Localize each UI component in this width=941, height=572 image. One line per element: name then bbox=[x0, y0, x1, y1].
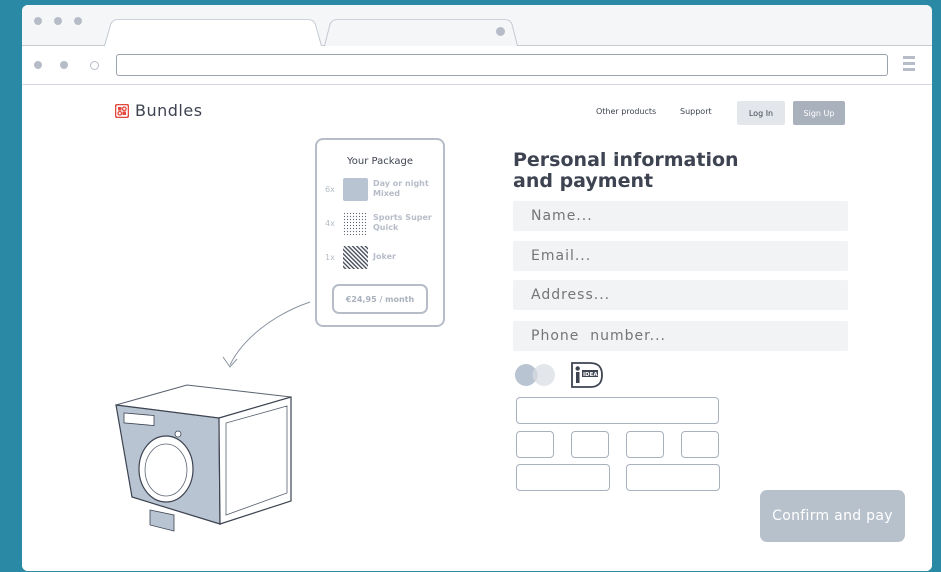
back-button[interactable] bbox=[34, 61, 42, 69]
item-name-line1: Day or night bbox=[373, 179, 429, 188]
item-name-line1: Joker bbox=[373, 252, 396, 261]
item-name-line1: Sports Super bbox=[373, 213, 432, 222]
confirm-and-pay-button[interactable]: Confirm and pay bbox=[760, 490, 905, 542]
form-title: Personal information and payment bbox=[513, 150, 773, 192]
browser-window: Bundles Other products Support Log In Si… bbox=[22, 5, 932, 571]
card-number-field[interactable] bbox=[516, 397, 719, 424]
solid-swatch-icon bbox=[343, 177, 368, 201]
window-maximize-dot[interactable] bbox=[74, 17, 82, 25]
phone-field[interactable] bbox=[513, 321, 848, 351]
item-quantity: 6x bbox=[325, 184, 335, 194]
package-summary-card: Your Package 6x Day or night Mixed 4x Spo… bbox=[315, 138, 445, 327]
credit-card-icon[interactable] bbox=[514, 363, 558, 387]
arrow-head bbox=[222, 356, 238, 368]
window-minimize-dot[interactable] bbox=[54, 17, 62, 25]
email-field[interactable] bbox=[513, 241, 848, 271]
login-button[interactable]: Log In bbox=[737, 101, 785, 125]
top-navigation: Other products Support Log In Sign Up bbox=[22, 100, 932, 125]
card-digit-field[interactable] bbox=[626, 431, 664, 458]
tab-indicator-dot bbox=[496, 27, 505, 36]
window-close-dot[interactable] bbox=[34, 17, 42, 25]
ideal-icon[interactable]: IDEAL bbox=[570, 361, 604, 389]
card-cvc-field[interactable] bbox=[626, 464, 720, 491]
item-name-line2: Quick bbox=[373, 223, 399, 232]
package-price-button[interactable]: €24,95 / month bbox=[332, 284, 428, 314]
item-name-line2: Mixed bbox=[373, 189, 401, 198]
stripes-swatch-icon bbox=[343, 245, 368, 269]
browser-tab-active[interactable] bbox=[104, 19, 322, 46]
hamburger-menu-icon[interactable] bbox=[903, 56, 915, 72]
browser-tab-inactive[interactable] bbox=[324, 19, 518, 46]
dots-swatch-icon bbox=[343, 211, 368, 235]
package-item: 4x Sports Super Quick bbox=[325, 210, 432, 236]
package-title: Your Package bbox=[347, 156, 413, 167]
address-field[interactable] bbox=[513, 280, 848, 310]
svg-text:IDEAL: IDEAL bbox=[583, 372, 602, 378]
address-bar[interactable] bbox=[116, 54, 888, 76]
nav-support[interactable]: Support bbox=[680, 107, 712, 116]
form-title-line2: and payment bbox=[513, 170, 654, 192]
forward-button[interactable] bbox=[60, 61, 68, 69]
card-digit-field[interactable] bbox=[571, 431, 609, 458]
package-item: 1x Joker bbox=[325, 244, 396, 270]
signup-button[interactable]: Sign Up bbox=[793, 101, 845, 125]
package-item: 6x Day or night Mixed bbox=[325, 176, 429, 202]
item-quantity: 1x bbox=[325, 252, 335, 262]
curved-arrow bbox=[229, 301, 311, 366]
card-digit-field[interactable] bbox=[681, 431, 719, 458]
title-bar bbox=[22, 5, 932, 46]
card-digit-field[interactable] bbox=[516, 431, 554, 458]
name-field[interactable] bbox=[513, 201, 848, 231]
form-title-line1: Personal information bbox=[513, 149, 739, 171]
item-quantity: 4x bbox=[325, 218, 335, 228]
reload-button[interactable] bbox=[90, 61, 99, 70]
nav-other-products[interactable]: Other products bbox=[596, 107, 656, 116]
card-expiry-field[interactable] bbox=[516, 464, 610, 491]
page-content: Bundles Other products Support Log In Si… bbox=[22, 85, 932, 571]
url-toolbar bbox=[22, 46, 932, 85]
